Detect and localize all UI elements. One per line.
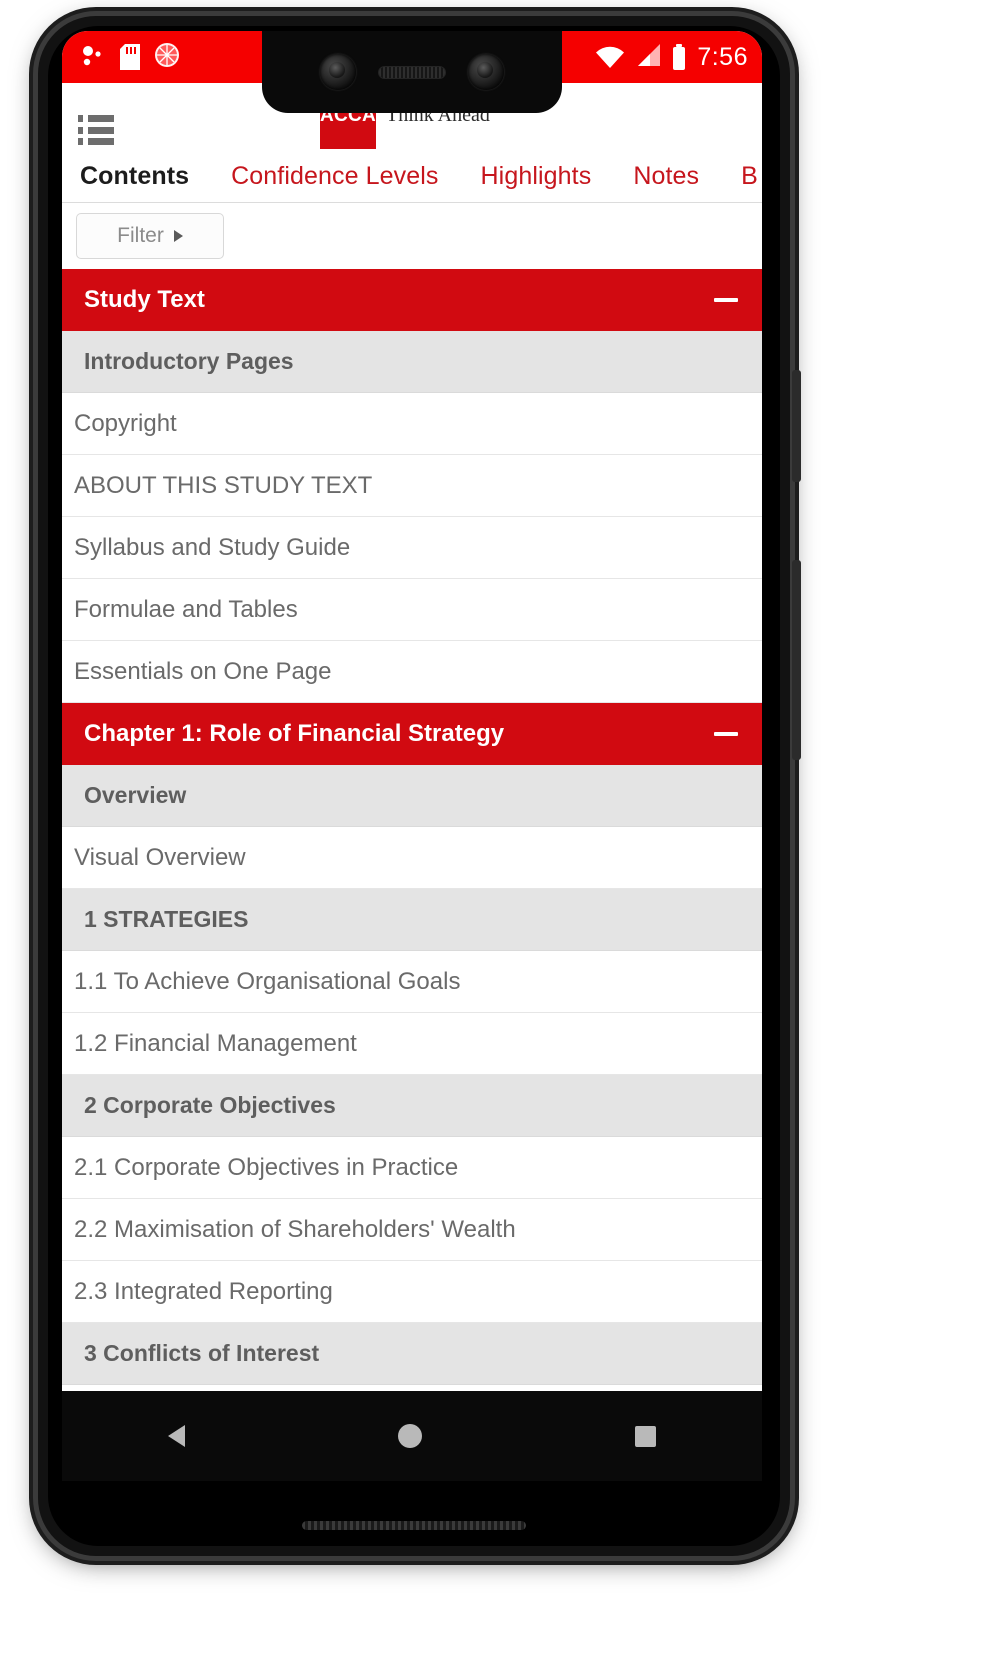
- list-item-label: 2.3 Integrated Reporting: [74, 1277, 333, 1305]
- list-item[interactable]: 1.1 To Achieve Organisational Goals: [62, 951, 762, 1013]
- hamburger-list-icon[interactable]: [78, 115, 114, 145]
- list-item[interactable]: Copyright: [62, 393, 762, 455]
- cellular-signal-icon: [635, 43, 661, 72]
- list-item[interactable]: Formulae and Tables: [62, 579, 762, 641]
- tab-bookmarks-partial[interactable]: B: [741, 162, 758, 191]
- section-header-row[interactable]: Chapter 1: Role of Financial Strategy: [62, 703, 762, 765]
- list-item-label: Study Text: [84, 286, 205, 313]
- list-item[interactable]: 2.3 Integrated Reporting: [62, 1261, 762, 1323]
- list-item-label: 3 Conflicts of Interest: [84, 1340, 320, 1366]
- list-item[interactable]: Essentials on One Page: [62, 641, 762, 703]
- tab-highlights[interactable]: Highlights: [481, 162, 592, 191]
- battery-icon: [671, 44, 687, 70]
- group-row[interactable]: 3 Conflicts of Interest: [62, 1323, 762, 1385]
- list-item-label: ABOUT THIS STUDY TEXT: [74, 471, 373, 499]
- status-bar-left-icons: [80, 42, 180, 73]
- contents-list[interactable]: Study Text Introductory Pages Copyright ABO…: [62, 269, 762, 1385]
- list-item-label: 2.2 Maximisation of Shareholders' Wealth: [74, 1215, 516, 1243]
- section-header-row[interactable]: Study Text: [62, 269, 762, 331]
- square-recents-icon[interactable]: [634, 1425, 656, 1447]
- bottom-speaker-grille: [302, 1521, 526, 1530]
- phone-screen: 7:56 ACCA Think Ahead Contents Confidenc…: [62, 31, 762, 1391]
- list-item-label: 1.2 Financial Management: [74, 1029, 357, 1057]
- list-item[interactable]: Syllabus and Study Guide: [62, 517, 762, 579]
- volume-button[interactable]: [792, 560, 801, 760]
- tab-bar: Contents Confidence Levels Highlights No…: [62, 151, 762, 203]
- list-item-label: Essentials on One Page: [74, 657, 332, 685]
- list-item[interactable]: ABOUT THIS STUDY TEXT: [62, 455, 762, 517]
- notification-dots-icon: [80, 44, 106, 70]
- list-item[interactable]: 2.2 Maximisation of Shareholders' Wealth: [62, 1199, 762, 1261]
- list-item-label: 1 STRATEGIES: [84, 906, 249, 932]
- wifi-icon: [595, 45, 625, 69]
- list-item-label: Visual Overview: [74, 843, 246, 871]
- sd-card-icon: [120, 44, 140, 70]
- minus-icon[interactable]: [714, 732, 738, 736]
- front-camera-lens-left: [320, 54, 356, 90]
- status-bar: 7:56: [62, 31, 762, 113]
- list-item[interactable]: 2.1 Corporate Objectives in Practice: [62, 1137, 762, 1199]
- list-item-label: Formulae and Tables: [74, 595, 298, 623]
- group-row[interactable]: 1 STRATEGIES: [62, 889, 762, 951]
- list-item-label: Chapter 1: Role of Financial Strategy: [84, 720, 505, 747]
- group-row[interactable]: Introductory Pages: [62, 331, 762, 393]
- tab-notes[interactable]: Notes: [633, 162, 699, 191]
- front-camera-lens-right: [468, 54, 504, 90]
- list-item-label: 2.1 Corporate Objectives in Practice: [74, 1153, 459, 1181]
- list-item-label: 1.1 To Achieve Organisational Goals: [74, 967, 461, 995]
- group-row[interactable]: 2 Corporate Objectives: [62, 1075, 762, 1137]
- status-bar-right-icons: 7:56: [595, 43, 748, 72]
- list-item-label: Copyright: [74, 409, 177, 437]
- filter-button[interactable]: Filter: [76, 213, 224, 259]
- tab-confidence-levels[interactable]: Confidence Levels: [231, 162, 438, 191]
- filter-row: Filter: [62, 203, 762, 269]
- list-item[interactable]: 1.2 Financial Management: [62, 1013, 762, 1075]
- list-item[interactable]: Visual Overview: [62, 827, 762, 889]
- android-navigation-bar: [62, 1391, 762, 1481]
- camera-notch: [262, 31, 562, 113]
- status-bar-clock: 7:56: [697, 42, 748, 71]
- list-item-label: 2 Corporate Objectives: [84, 1092, 336, 1118]
- earpiece-speaker: [378, 65, 446, 79]
- screen-record-icon: [154, 42, 180, 73]
- tab-contents[interactable]: Contents: [80, 162, 189, 191]
- group-row[interactable]: Overview: [62, 765, 762, 827]
- filter-button-label: Filter: [117, 224, 164, 247]
- triangle-back-icon[interactable]: [168, 1425, 186, 1447]
- list-item-label: Introductory Pages: [84, 348, 294, 374]
- list-item-label: Overview: [84, 782, 187, 808]
- caret-right-icon: [173, 230, 183, 242]
- list-item-label: Syllabus and Study Guide: [74, 533, 351, 561]
- minus-icon[interactable]: [714, 298, 738, 302]
- power-button[interactable]: [792, 370, 801, 482]
- circle-home-icon[interactable]: [397, 1424, 422, 1448]
